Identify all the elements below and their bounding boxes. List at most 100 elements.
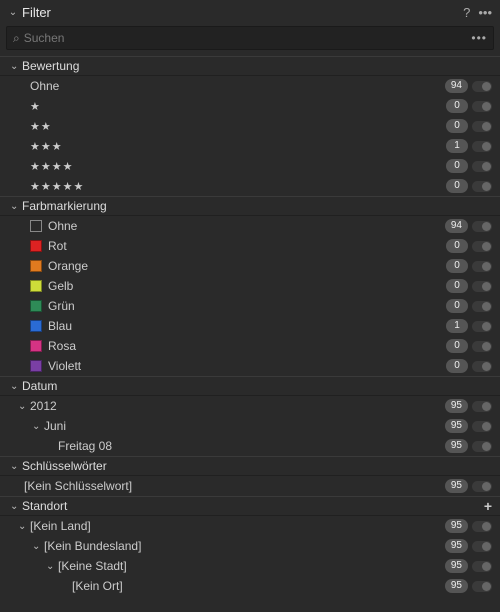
rating-label: Ohne [30,79,445,93]
search-bar[interactable]: ⌕ ••• [6,26,494,50]
filter-toggle[interactable] [472,301,492,312]
list-item[interactable]: ⌄Juni95 [0,416,500,436]
list-item[interactable]: ⌄[Kein Land]95 [0,516,500,536]
count-badge: 95 [445,419,468,433]
count-badge: 94 [445,219,468,233]
list-item[interactable]: ⌄[Keine Stadt]95 [0,556,500,576]
panel-title: Filter [22,5,463,20]
list-item[interactable]: Orange0 [0,256,500,276]
list-item[interactable]: ★★0 [0,116,500,136]
chevron-down-icon: ⌄ [32,541,42,552]
count-badge: 95 [445,439,468,453]
list-item[interactable]: Blau1 [0,316,500,336]
filter-toggle[interactable] [472,341,492,352]
add-icon[interactable]: + [484,498,492,514]
filter-toggle[interactable] [472,261,492,272]
chevron-down-icon[interactable]: ⌄ [8,7,18,18]
filter-toggle[interactable] [472,561,492,572]
list-item[interactable]: ★★★1 [0,136,500,156]
section-title: Datum [22,379,492,393]
count-badge: 95 [445,519,468,533]
color-swatch [30,280,42,292]
filter-toggle[interactable] [472,441,492,452]
count-badge: 0 [446,239,468,253]
color-swatch [30,300,42,312]
list-item[interactable]: Ohne94 [0,216,500,236]
filter-toggle[interactable] [472,121,492,132]
section-title: Schlüsselwörter [22,459,492,473]
color-swatch [30,260,42,272]
filter-toggle[interactable] [472,141,492,152]
count-badge: 95 [445,579,468,593]
list-item[interactable]: ★★★★★0 [0,176,500,196]
chevron-down-icon: ⌄ [10,61,20,72]
chevron-down-icon: ⌄ [18,401,28,412]
list-item[interactable]: Freitag 0895 [0,436,500,456]
location-label: [Kein Land] [30,519,445,533]
list-item[interactable]: Rot0 [0,236,500,256]
stars-icon: ★★ [30,120,446,133]
filter-toggle[interactable] [472,241,492,252]
section-header[interactable]: ⌄ Farbmarkierung [0,196,500,216]
chevron-down-icon: ⌄ [18,521,28,532]
chevron-down-icon: ⌄ [10,461,20,472]
count-badge: 0 [446,159,468,173]
count-badge: 0 [446,259,468,273]
list-item[interactable]: Ohne94 [0,76,500,96]
search-more-icon[interactable]: ••• [471,31,487,45]
section-title: Farbmarkierung [22,199,492,213]
section-header[interactable]: ⌄ Schlüsselwörter [0,456,500,476]
color-label: Orange [48,259,446,273]
color-label: Ohne [48,219,445,233]
color-label: Blau [48,319,446,333]
count-badge: 95 [445,539,468,553]
filter-toggle[interactable] [472,281,492,292]
section-header[interactable]: ⌄ Standort + [0,496,500,516]
filter-toggle[interactable] [472,101,492,112]
section-title: Standort [22,499,484,513]
filter-toggle[interactable] [472,361,492,372]
color-swatch [30,240,42,252]
count-badge: 95 [445,559,468,573]
filter-toggle[interactable] [472,481,492,492]
location-label: [Kein Bundesland] [44,539,445,553]
location-label: [Keine Stadt] [58,559,445,573]
list-item[interactable]: ★★★★0 [0,156,500,176]
panel-titlebar: ⌄ Filter ? ••• [0,0,500,24]
list-item[interactable]: ⌄201295 [0,396,500,416]
list-item[interactable]: ★0 [0,96,500,116]
filter-toggle[interactable] [472,421,492,432]
color-swatch [30,360,42,372]
count-badge: 95 [445,399,468,413]
list-item[interactable]: Grün0 [0,296,500,316]
list-item[interactable]: [Kein Schlüsselwort]95 [0,476,500,496]
filter-toggle[interactable] [472,581,492,592]
filter-toggle[interactable] [472,161,492,172]
filter-toggle[interactable] [472,221,492,232]
list-item[interactable]: Rosa0 [0,336,500,356]
filter-toggle[interactable] [472,81,492,92]
more-icon[interactable]: ••• [478,5,492,20]
stars-icon: ★★★★ [30,160,446,173]
filter-toggle[interactable] [472,541,492,552]
list-item[interactable]: Violett0 [0,356,500,376]
section-header[interactable]: ⌄ Bewertung [0,56,500,76]
color-label: Grün [48,299,446,313]
count-badge: 1 [446,139,468,153]
chevron-down-icon: ⌄ [10,201,20,212]
filter-toggle[interactable] [472,181,492,192]
date-label: Freitag 08 [58,439,445,453]
list-item[interactable]: Gelb0 [0,276,500,296]
filter-toggle[interactable] [472,401,492,412]
location-label: [Kein Ort] [72,579,445,593]
count-badge: 0 [446,359,468,373]
filter-toggle[interactable] [472,321,492,332]
color-swatch [30,220,42,232]
section-header[interactable]: ⌄ Datum [0,376,500,396]
filter-toggle[interactable] [472,521,492,532]
list-item[interactable]: [Kein Ort]95 [0,576,500,596]
help-icon[interactable]: ? [463,5,470,20]
count-badge: 0 [446,99,468,113]
list-item[interactable]: ⌄[Kein Bundesland]95 [0,536,500,556]
search-input[interactable] [24,31,472,45]
